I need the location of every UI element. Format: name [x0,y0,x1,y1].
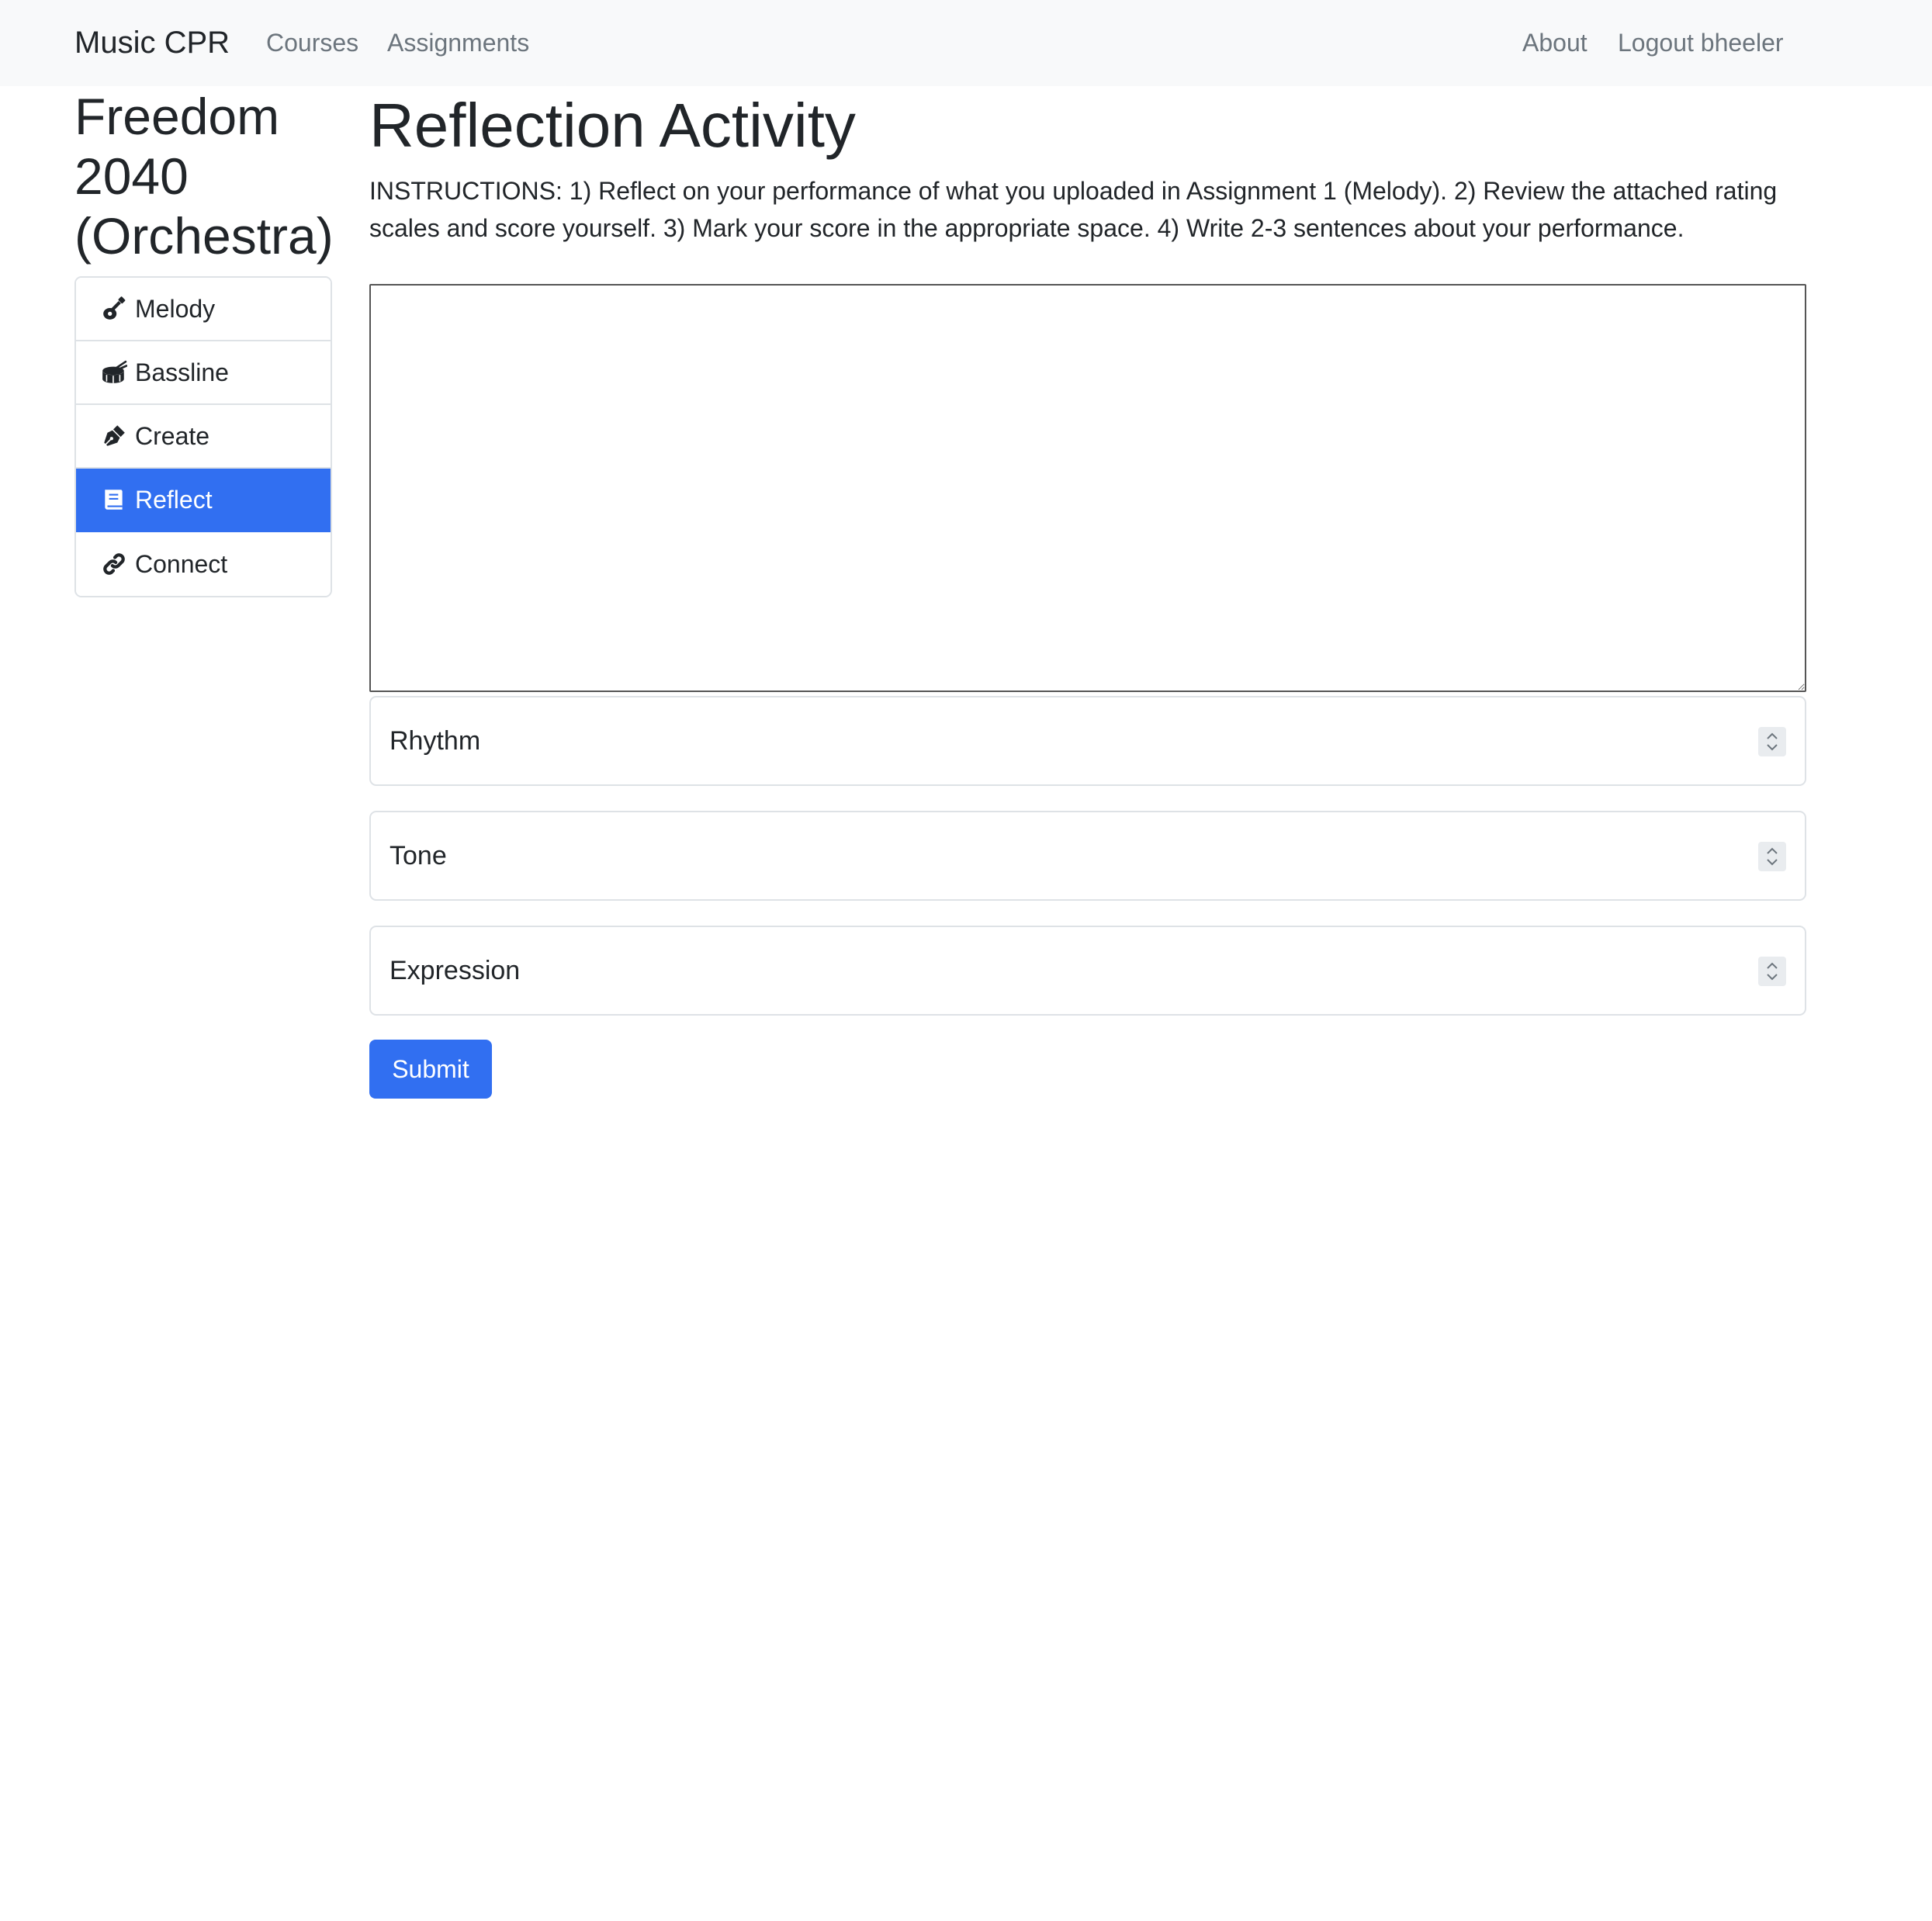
rhythm-placeholder: Rhythm [390,725,481,756]
sidebar-item-label: Connect [135,549,228,578]
brand-link[interactable]: Music CPR [74,22,230,64]
tone-placeholder: Tone [390,840,447,871]
instructions-text: INSTRUCTIONS: 1) Reflect on your perform… [369,177,1778,242]
assignment-sidebar: Melody Bassline Create Reflect Connect [74,276,332,597]
sidebar-item-label: Reflect [135,485,213,514]
course-heading: Freedom 2040 (Orchestra) [74,88,334,265]
nav-link-assignments[interactable]: Assignments [387,25,529,61]
nav-link-courses[interactable]: Courses [266,25,358,61]
rhythm-score-input[interactable]: Rhythm [369,696,1806,786]
sidebar-item-label: Bassline [135,358,229,386]
nav-link-logout[interactable]: Logout bheeler [1618,25,1784,61]
sidebar-item-bassline[interactable]: Bassline [76,341,331,405]
spinner-arrows-icon[interactable] [1758,842,1786,871]
sidebar-item-create[interactable]: Create [76,405,331,469]
pen-nib-icon [101,423,127,449]
top-navbar: Music CPR Courses Assignments About Logo… [0,0,1932,86]
sidebar-item-label: Melody [135,294,216,323]
expression-placeholder: Expression [390,955,521,985]
page-title: Reflection Activity [369,91,856,160]
sidebar-item-connect[interactable]: Connect [76,532,331,596]
sidebar-item-label: Create [135,421,210,450]
submit-button[interactable]: Submit [369,1040,492,1099]
book-icon [101,486,127,513]
sidebar-item-reflect[interactable]: Reflect [76,469,331,532]
sidebar-item-melody[interactable]: Melody [76,278,331,341]
nav-link-about[interactable]: About [1522,25,1587,61]
reflection-textarea[interactable] [369,284,1806,692]
drum-icon [101,359,127,386]
spinner-arrows-icon[interactable] [1758,957,1786,986]
guitar-icon [101,296,127,322]
tone-score-input[interactable]: Tone [369,811,1806,901]
spinner-arrows-icon[interactable] [1758,727,1786,756]
expression-score-input[interactable]: Expression [369,926,1806,1016]
link-icon [101,551,127,577]
